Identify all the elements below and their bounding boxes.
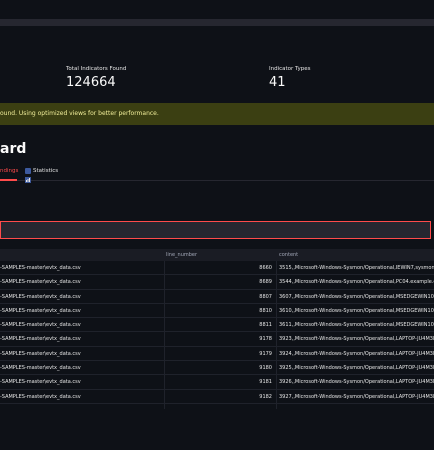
cell-file: -SAMPLES-master\evtx_data.csv (0, 293, 81, 300)
cell-file: -SAMPLES-master\evtx_data.csv (0, 307, 81, 314)
tab-active-underline (0, 179, 17, 181)
cell-content: 3610,,Microsoft-Windows-Sysmon/Operation… (279, 307, 434, 314)
cell-line-number: 9181 (259, 379, 272, 386)
top-bar (0, 0, 434, 34)
table-row[interactable]: -SAMPLES-master\evtx_data.csv 9182 3927,… (0, 390, 434, 404)
bar-chart-icon (25, 168, 31, 183)
table-row[interactable]: -SAMPLES-master\evtx_data.csv 8810 3610,… (0, 304, 434, 319)
metric-value: 41 (269, 75, 286, 90)
cell-file: -SAMPLES-master\evtx_data.csv (0, 379, 81, 386)
filter-input[interactable] (0, 221, 431, 239)
table-row[interactable]: -SAMPLES-master\evtx_data.csv 9181 3926,… (0, 375, 434, 390)
cell-file: -SAMPLES-master\evtx_data.csv (0, 265, 81, 271)
cell-content: 3607,,Microsoft-Windows-Sysmon/Operation… (279, 293, 434, 300)
table-row[interactable]: -SAMPLES-master\evtx_data.csv 8689 3544,… (0, 275, 434, 290)
cell-file: -SAMPLES-master\evtx_data.csv (0, 279, 81, 286)
cell-line-number: 9182 (259, 393, 272, 400)
cell-line-number: 8810 (259, 307, 272, 314)
cell-file: -SAMPLES-master\evtx_data.csv (0, 336, 81, 343)
cell-content: 3515,,Microsoft-Windows-Sysmon/Operation… (279, 265, 434, 271)
cell-line-number: 8660 (259, 265, 272, 271)
cell-content: 3927,,Microsoft-Windows-Sysmon/Operation… (279, 393, 434, 400)
table-row[interactable]: -SAMPLES-master\evtx_data.csv 9178 3923,… (0, 332, 434, 347)
table-row[interactable]: -SAMPLES-master\evtx_data.csv 9180 3925,… (0, 361, 434, 376)
tab-bar-baseline (0, 180, 434, 181)
metric-label: Total Indicators Found (66, 66, 127, 72)
tab-findings[interactable]: ndings (0, 168, 18, 174)
column-header-line-number[interactable]: line_number (166, 249, 272, 261)
warning-text: ound. Using optimized views for better p… (0, 110, 159, 117)
table-header-row: line_number content (0, 249, 434, 261)
cell-file: -SAMPLES-master\evtx_data.csv (0, 350, 81, 357)
cell-line-number: 8807 (259, 293, 272, 300)
cell-line-number: 9180 (259, 365, 272, 372)
table-row[interactable]: -SAMPLES-master\evtx_data.csv 8811 3611,… (0, 318, 434, 333)
results-table: line_number content -SAMPLES-master\evtx… (0, 249, 434, 404)
cell-content: 3611,,Microsoft-Windows-Sysmon/Operation… (279, 322, 434, 329)
tab-statistics[interactable]: Statistics (33, 168, 58, 174)
cell-line-number: 8689 (259, 279, 272, 286)
metric-indicator-types: Indicator Types 41 (269, 66, 311, 90)
table-row[interactable]: -SAMPLES-master\evtx_data.csv 8807 3607,… (0, 290, 434, 304)
cell-content: 3924,,Microsoft-Windows-Sysmon/Operation… (279, 350, 434, 357)
cell-content: 3925,,Microsoft-Windows-Sysmon/Operation… (279, 365, 434, 372)
table-row[interactable]: -SAMPLES-master\evtx_data.csv 8660 3515,… (0, 261, 434, 276)
table-row[interactable]: -SAMPLES-master\evtx_data.csv 9179 3924,… (0, 347, 434, 362)
cell-line-number: 9178 (259, 336, 272, 343)
cell-file: -SAMPLES-master\evtx_data.csv (0, 322, 81, 329)
column-header-content[interactable]: content (279, 249, 434, 261)
app-page: Total Indicators Found 124664 Indicator … (0, 0, 434, 450)
cell-content: 3926,,Microsoft-Windows-Sysmon/Operation… (279, 379, 434, 386)
top-bar-strip (0, 19, 434, 26)
metric-total-indicators: Total Indicators Found 124664 (66, 66, 126, 90)
metric-value: 124664 (66, 75, 116, 90)
cell-file: -SAMPLES-master\evtx_data.csv (0, 393, 81, 400)
page-title: ard (0, 141, 27, 157)
metric-label: Indicator Types (269, 66, 311, 72)
cell-line-number: 8811 (259, 322, 272, 329)
tab-bar: ndings Statistics (0, 165, 434, 183)
cell-content: 3923,,Microsoft-Windows-Sysmon/Operation… (279, 336, 434, 343)
cell-line-number: 9179 (259, 350, 272, 357)
warning-banner: ound. Using optimized views for better p… (0, 103, 434, 125)
cell-content: 3544,,Microsoft-Windows-Sysmon/Operation… (279, 279, 434, 286)
cell-file: -SAMPLES-master\evtx_data.csv (0, 365, 81, 372)
